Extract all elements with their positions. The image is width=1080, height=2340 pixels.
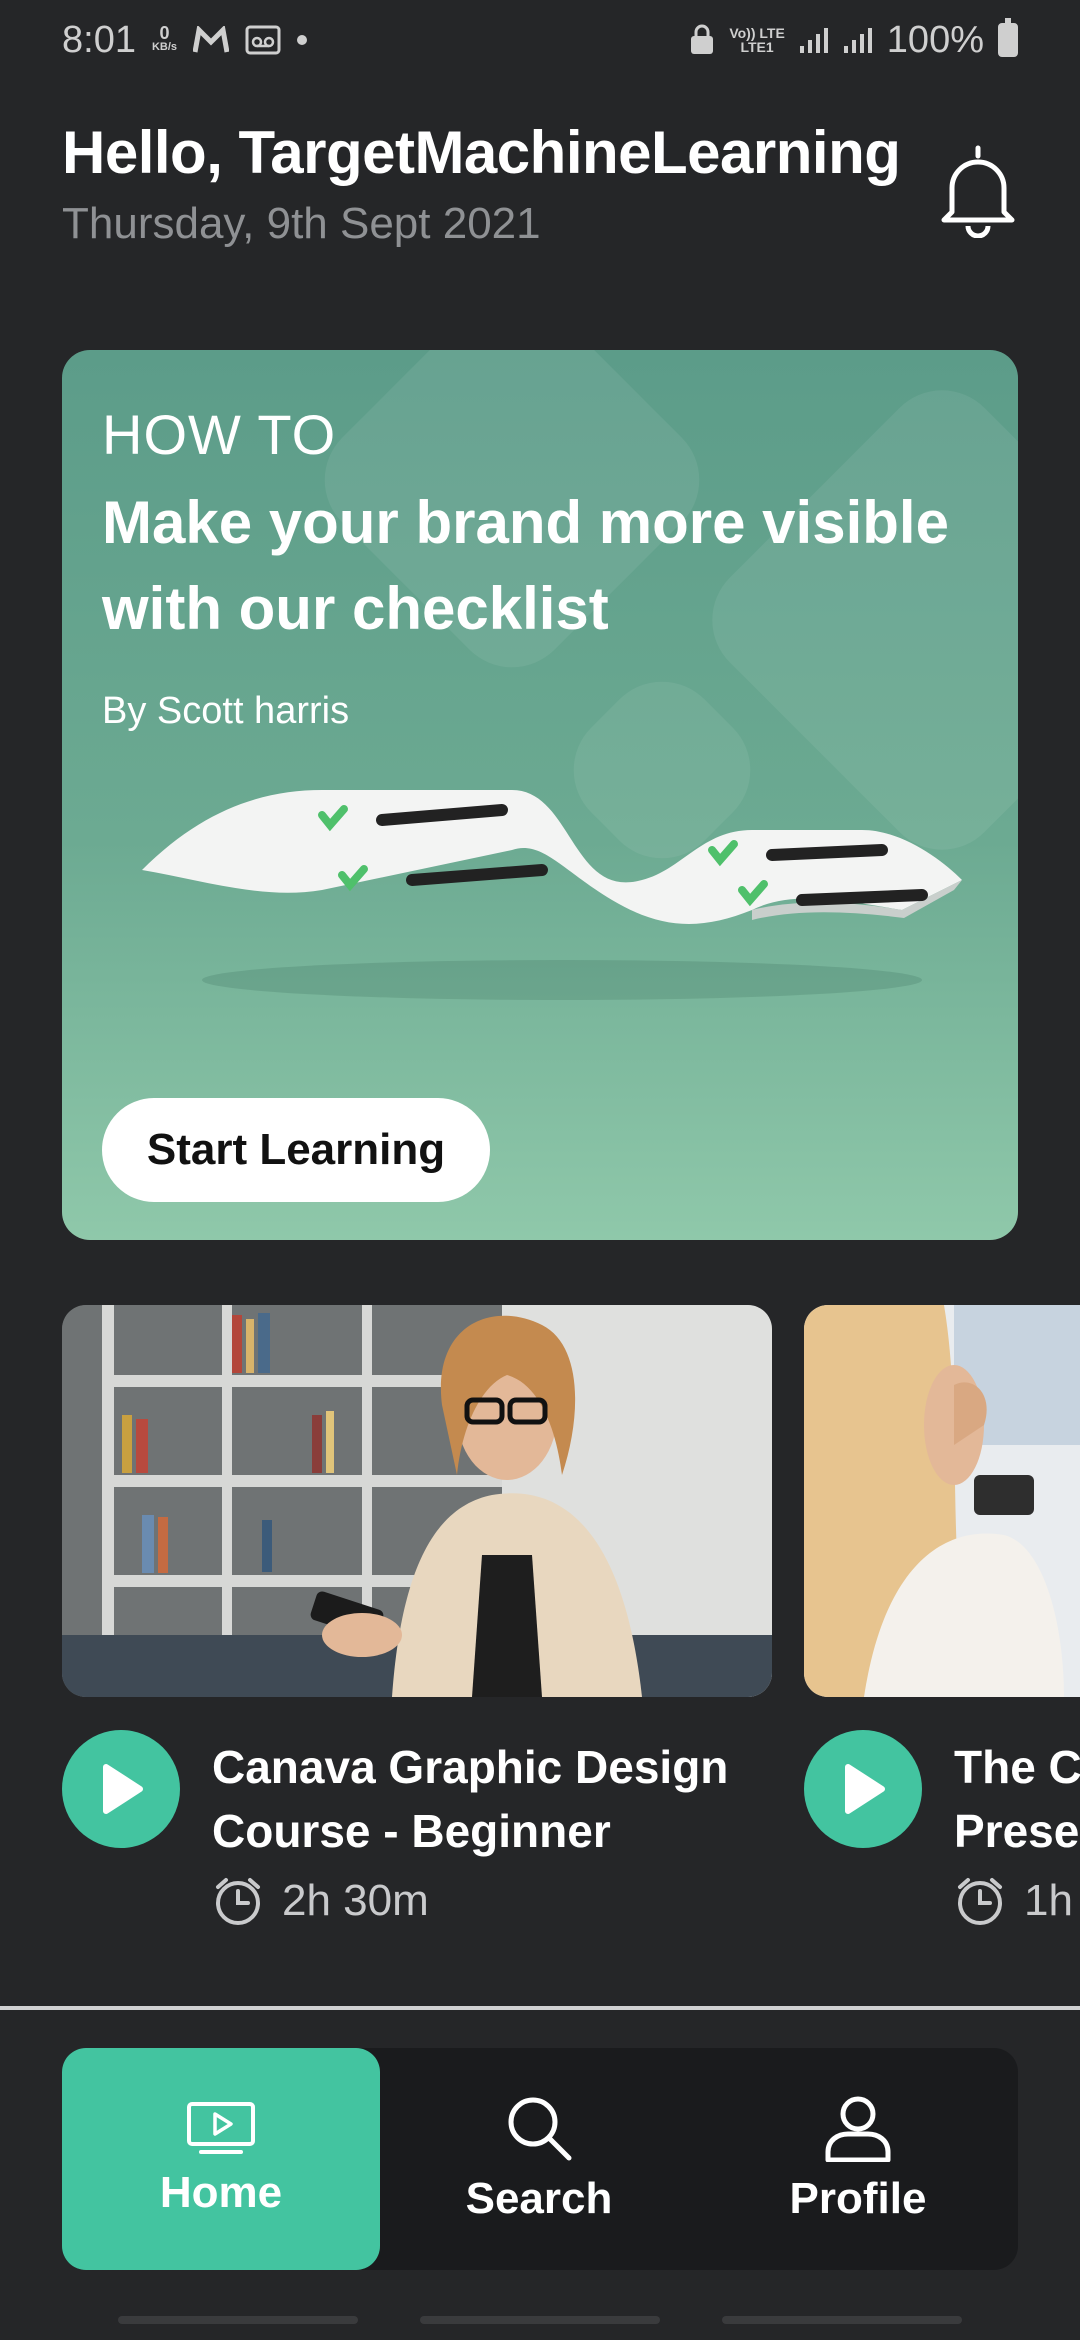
lock-icon xyxy=(689,24,715,56)
featured-card[interactable]: HOW TO Make your brand more visible with… xyxy=(62,350,1018,1240)
signal-icon-2 xyxy=(843,26,873,54)
courses-carousel[interactable]: Canava Graphic Design Course - Beginner … xyxy=(62,1305,1080,1965)
featured-author: By Scott harris xyxy=(102,690,350,732)
play-button[interactable] xyxy=(62,1730,180,1848)
gesture-bar xyxy=(420,2316,660,2324)
gmail-icon xyxy=(193,26,230,54)
clock-icon xyxy=(216,1878,260,1925)
nav-search-label: Search xyxy=(465,2174,613,2223)
network-speed: 0 KB/s xyxy=(151,23,178,53)
date-label: Thursday, 9th Sept 2021 xyxy=(62,199,541,248)
divider xyxy=(0,2006,1080,2010)
featured-title: Make your brand more visible with our ch… xyxy=(102,489,949,642)
tv-play-icon xyxy=(187,2102,255,2154)
course-duration: 2h 30m xyxy=(212,1875,429,1927)
course-title[interactable]: The Co Presen xyxy=(954,1735,1080,1863)
play-icon xyxy=(103,1764,143,1814)
bottom-navigation: Home Search Profile xyxy=(62,2048,1018,2270)
course-title[interactable]: Canava Graphic Design Course - Beginner xyxy=(212,1735,772,1863)
play-icon xyxy=(845,1764,885,1814)
header: Hello, TargetMachineLearning Thursday, 9… xyxy=(62,118,1018,268)
featured-kicker: HOW TO xyxy=(102,403,337,466)
nav-profile-label: Profile xyxy=(789,2174,927,2223)
battery-percent: 100% xyxy=(886,18,984,61)
course-thumbnail[interactable] xyxy=(804,1305,1080,1697)
notification-bell-icon[interactable] xyxy=(938,142,1018,239)
nav-profile[interactable]: Profile xyxy=(698,2048,1018,2270)
course-card[interactable]: Canava Graphic Design Course - Beginner … xyxy=(62,1305,772,1925)
voicemail-icon xyxy=(245,25,281,55)
checklist-illustration xyxy=(142,790,962,1000)
volte-indicator: Vo)) LTE LTE1 xyxy=(729,25,785,55)
greeting: Hello, TargetMachineLearning xyxy=(62,119,901,186)
start-learning-button[interactable]: Start Learning xyxy=(102,1098,490,1202)
status-time: 8:01 xyxy=(62,18,136,61)
signal-icon xyxy=(799,26,829,54)
nav-home-label: Home xyxy=(159,2168,283,2217)
gesture-bar xyxy=(118,2316,358,2324)
nav-search[interactable]: Search xyxy=(380,2048,698,2270)
gesture-bar xyxy=(722,2316,962,2324)
course-duration: 1h xyxy=(954,1875,1073,1927)
search-icon xyxy=(508,2097,572,2161)
status-bar: 8:01 0 KB/s Vo)) LTE LTE1 100% xyxy=(0,0,1080,80)
course-thumbnail[interactable] xyxy=(62,1305,772,1697)
profile-icon xyxy=(825,2096,891,2162)
course-card[interactable]: The Co Presen 1h xyxy=(804,1305,1080,1925)
notification-dot-icon xyxy=(297,35,308,45)
play-button[interactable] xyxy=(804,1730,922,1848)
nav-home[interactable]: Home xyxy=(62,2048,380,2270)
clock-icon xyxy=(958,1878,1002,1925)
battery-icon xyxy=(998,18,1018,57)
